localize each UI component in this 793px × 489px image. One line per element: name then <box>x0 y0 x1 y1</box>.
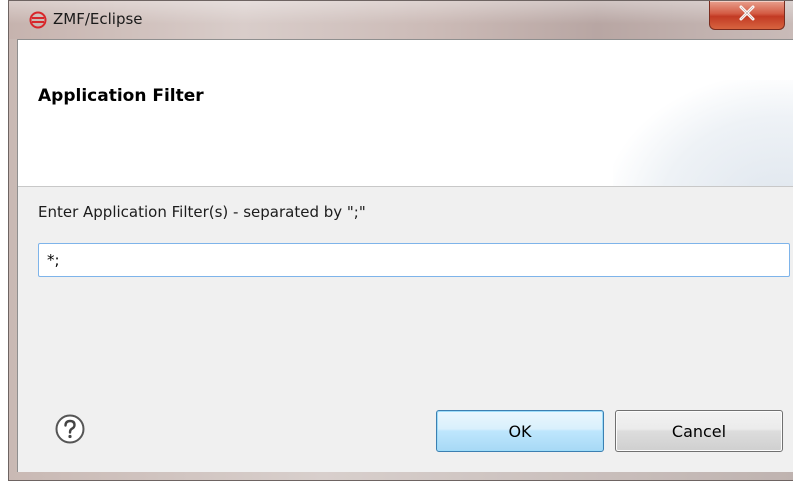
help-button[interactable] <box>54 413 86 445</box>
filter-label: Enter Application Filter(s) - separated … <box>38 203 366 221</box>
cancel-button[interactable]: Cancel <box>615 410 783 452</box>
close-icon <box>738 5 756 25</box>
title-area: Application Filter <box>18 40 793 187</box>
dialog-heading: Application Filter <box>38 86 204 106</box>
banner-decoration <box>613 80 793 186</box>
help-icon <box>54 414 86 449</box>
application-filter-input[interactable] <box>38 243 790 277</box>
close-button[interactable] <box>709 1 785 30</box>
window-title: ZMF/Eclipse <box>53 10 143 28</box>
title-bar[interactable]: ZMF/Eclipse <box>9 1 793 39</box>
dialog-content: Application Filter Enter Application Fil… <box>17 39 793 472</box>
zmf-logo-icon <box>29 11 47 29</box>
dialog-window: ZMF/Eclipse Application Filter Enter App… <box>8 0 793 481</box>
ok-button[interactable]: OK <box>436 410 604 452</box>
